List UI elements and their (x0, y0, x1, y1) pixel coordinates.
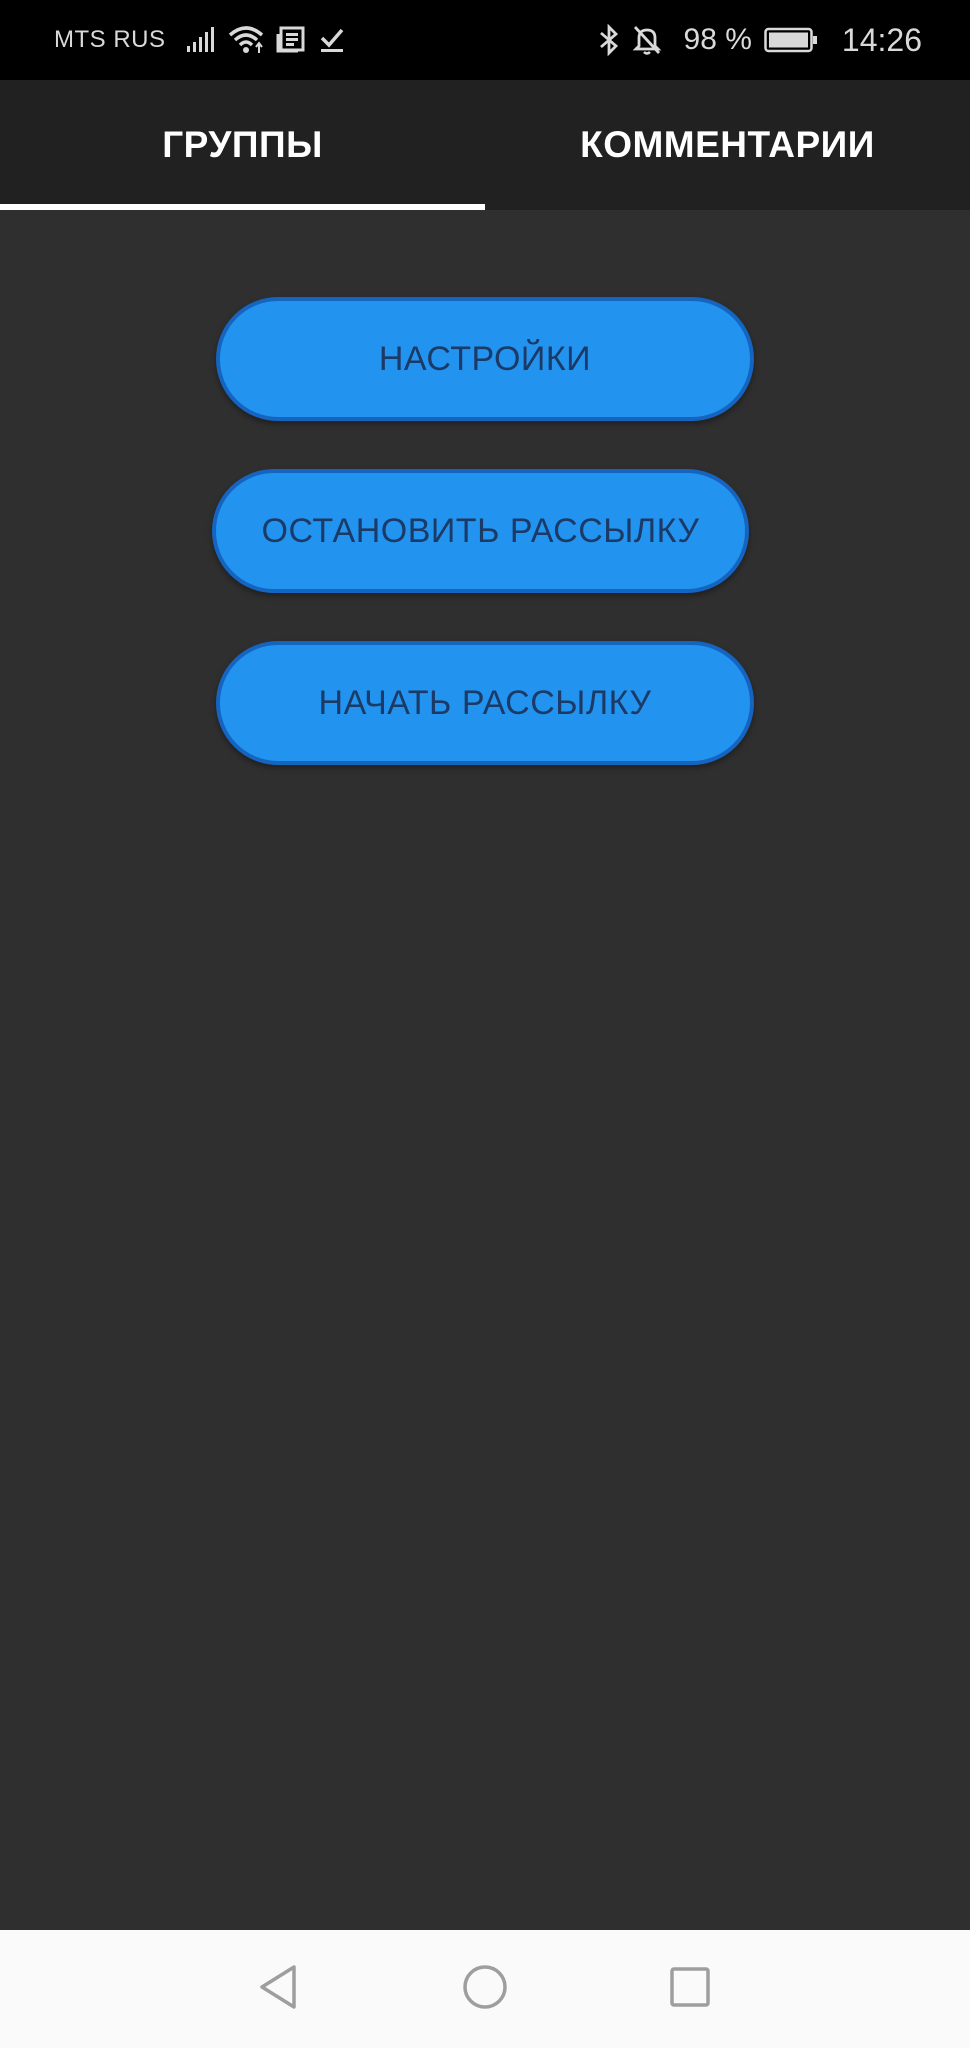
battery-icon (764, 26, 818, 54)
stop-mailing-button-label: ОСТАНОВИТЬ РАССЫЛКУ (261, 511, 700, 550)
app-screen: MTS RUS 98 % 14:26 ГРУППЫ КОММЕНТАРИИ НА… (0, 0, 970, 2048)
home-button[interactable] (425, 1930, 545, 2048)
signal-icon (186, 27, 216, 53)
main-content: НАСТРОЙКИ ОСТАНОВИТЬ РАССЫЛКУ НАЧАТЬ РАС… (0, 210, 970, 1930)
start-mailing-button[interactable]: НАЧАТЬ РАССЫЛКУ (216, 641, 754, 765)
recent-apps-icon (668, 1965, 712, 2014)
status-bar-left: MTS RUS (54, 0, 358, 80)
tab-bar: ГРУППЫ КОММЕНТАРИИ (0, 80, 970, 210)
status-bar: MTS RUS 98 % 14:26 (0, 0, 970, 80)
home-icon (461, 1963, 509, 2016)
tab-comments-label: КОММЕНТАРИИ (580, 124, 875, 165)
settings-button[interactable]: НАСТРОЙКИ (216, 297, 754, 421)
tab-groups-label: ГРУППЫ (162, 124, 323, 165)
stop-mailing-button[interactable]: ОСТАНОВИТЬ РАССЫЛКУ (212, 469, 749, 593)
bluetooth-icon (598, 24, 620, 56)
battery-percent: 98 % (683, 23, 752, 56)
news-notification-icon (276, 26, 306, 54)
recent-apps-button[interactable] (630, 1930, 750, 2048)
navigation-bar (0, 1930, 970, 2048)
notifications-off-icon (632, 24, 662, 56)
back-button[interactable] (218, 1930, 338, 2048)
tab-groups[interactable]: ГРУППЫ (0, 80, 485, 210)
settings-button-label: НАСТРОЙКИ (378, 339, 592, 378)
download-done-icon (318, 26, 346, 54)
tab-comments[interactable]: КОММЕНТАРИИ (485, 80, 970, 210)
carrier-name: MTS RUS (54, 26, 166, 53)
wifi-icon (228, 25, 264, 55)
start-mailing-button-label: НАЧАТЬ РАССЫЛКУ (318, 683, 652, 722)
status-bar-right: 98 % 14:26 (598, 0, 922, 80)
back-icon (256, 1963, 300, 2016)
clock: 14:26 (841, 21, 922, 58)
